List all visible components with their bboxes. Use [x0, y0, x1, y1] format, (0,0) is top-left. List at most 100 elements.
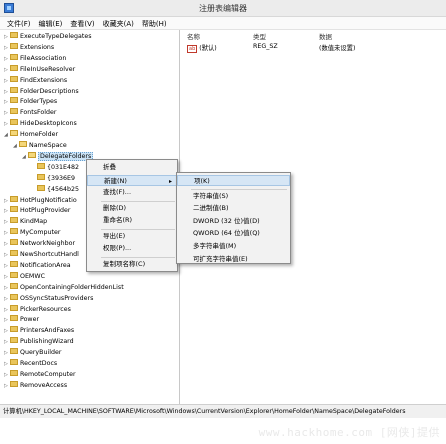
tree-item[interactable]: ▷ RemoveAccess [4, 380, 67, 391]
folder-icon [19, 141, 27, 147]
value-row[interactable]: ab (默认) REG_SZ (数值未设置) [181, 43, 446, 53]
tree-item[interactable]: ▷ FontsFolder [4, 108, 56, 118]
menu-separator [191, 188, 287, 190]
folder-icon [10, 119, 18, 126]
menu-item-3[interactable]: 收藏夹(A) [99, 17, 138, 29]
folder-icon [28, 151, 36, 158]
context-menu-item-label: 权限(P)... [103, 244, 132, 252]
tree-item[interactable]: ▷ FileInUseResolver [4, 64, 75, 75]
folder-icon [10, 108, 18, 115]
folder-icon [10, 260, 18, 267]
folder-icon [10, 271, 18, 278]
submenu-item[interactable]: 多字符串值(M) [177, 241, 290, 252]
tree-item[interactable]: ▷{3936E9 [31, 173, 75, 184]
tree-item[interactable]: ▷ Extensions [4, 42, 54, 53]
watermark-area: www.hackhome.com [网侠]提供 [0, 418, 446, 444]
tree-item[interactable]: ▷ MyComputer [4, 228, 60, 238]
value-name-cell: ab (默认) [187, 45, 217, 53]
context-menu-item[interactable]: 权限(P)... [87, 243, 177, 254]
tree-item-label: RemoteComputer [20, 370, 76, 378]
tree-item-label: KindMap [20, 218, 48, 226]
menu-item-2[interactable]: 查看(V) [66, 17, 98, 29]
context-menu-item[interactable]: 折叠 [87, 162, 177, 173]
submenu-item[interactable]: 字符串值(S) [177, 191, 290, 202]
menu-item-0[interactable]: 文件(F) [3, 17, 35, 29]
folder-icon [10, 337, 18, 344]
tree-item-label: {4564b25 [47, 185, 80, 193]
tree-item[interactable]: ▷ PublishingWizard [4, 337, 74, 347]
tree-item[interactable]: ▷ NetworkNeighbor [4, 239, 75, 249]
submenu-item[interactable]: 二进制值(B) [177, 203, 290, 214]
folder-icon [10, 42, 18, 49]
tree-item[interactable]: ▷ PickerResources [4, 304, 71, 315]
tree-item-label: PrintersAndFaxes [20, 327, 75, 335]
tree-item[interactable]: ▷ ExecuteTypeDelegates [4, 32, 91, 42]
tree-item[interactable]: ▷ FolderDescriptions [4, 86, 79, 97]
tree-item[interactable]: ▷ QueryBuilder [4, 348, 61, 358]
tree-item[interactable]: ▷{031E482 [31, 162, 80, 173]
tree-item[interactable]: ▷ RemoteComputer [4, 369, 76, 380]
folder-icon [10, 86, 18, 93]
tree-item[interactable]: ▷ NotificationArea [4, 260, 71, 271]
tree-item[interactable]: ▷ OEMWC [4, 271, 45, 282]
folder-icon [10, 369, 18, 376]
menu-item-4[interactable]: 帮助(H) [138, 17, 171, 29]
folder-icon [37, 184, 45, 191]
tree-item[interactable]: ▷ KindMap [4, 217, 47, 227]
folder-icon [10, 53, 18, 60]
folder-icon [10, 75, 18, 82]
folder-icon [10, 359, 18, 365]
tree-item[interactable]: ▷ OSSyncStatusProviders [4, 293, 93, 304]
context-menu-item[interactable]: 重命名(R) [87, 215, 177, 226]
tree-item[interactable]: ▷ HotPlugProvider [4, 206, 71, 216]
window-title: 注册表编辑器 [199, 4, 247, 13]
submenu-item[interactable]: 项(K) [177, 175, 290, 186]
folder-icon [10, 195, 18, 202]
tree-item[interactable]: ▷ OpenContainingFolderHiddenList [4, 282, 124, 293]
context-menu-item[interactable]: 查找(F)... [87, 187, 177, 198]
context-menu-item-label: 折叠 [103, 163, 116, 171]
column-header-name[interactable]: 名称 [187, 31, 200, 41]
tree-item[interactable]: ▷ HideDesktopIcons [4, 119, 77, 129]
tree-item[interactable]: ▷ HotPlugNotificatio [4, 195, 77, 206]
tree-item-label: NetworkNeighbor [20, 240, 76, 248]
tree-item-label: {031E482 [47, 163, 80, 171]
menu-item-1[interactable]: 编辑(E) [35, 17, 67, 29]
context-menu-item[interactable]: 导出(E) [87, 231, 177, 242]
tree-item-label: FindExtensions [20, 76, 68, 84]
context-menu-item-label: 导出(E) [103, 231, 126, 240]
tree-item-label: HotPlugProvider [20, 207, 71, 215]
submenu-item[interactable]: DWORD (32 位)值(D) [177, 216, 290, 227]
tree-item[interactable]: ◢ NameSpace [13, 141, 67, 151]
tree-item[interactable]: ◢ DelegateFolders [22, 151, 94, 162]
tree-item-label: HideDesktopIcons [20, 120, 77, 128]
tree-item[interactable]: ▷ FileAssociation [4, 53, 66, 64]
tree-item[interactable]: ▷ Power [4, 315, 39, 325]
column-header-data[interactable]: 数据 [319, 31, 332, 41]
menu-separator [101, 200, 175, 202]
submenu-item[interactable]: QWORD (64 位)值(Q) [177, 228, 290, 239]
folder-icon [10, 282, 18, 289]
tree-item[interactable]: ▷{4564b25 [31, 184, 80, 195]
tree-item[interactable]: ◢ HomeFolder [4, 130, 58, 140]
folder-icon [10, 130, 18, 137]
tree-item-label: HotPlugNotificatio [20, 196, 77, 204]
context-menu-item-label: 删除(D) [103, 203, 127, 212]
tree-item[interactable]: ▷ FolderTypes [4, 97, 57, 107]
tree-item[interactable]: ▷ NewShortcutHandl [4, 250, 79, 260]
context-menu-item[interactable]: 新建(N) ▸ [87, 174, 177, 186]
menu-separator [101, 228, 175, 230]
folder-icon [10, 228, 18, 235]
folder-icon [10, 217, 18, 224]
context-menu-item-label: 复制项名称(C) [103, 259, 146, 268]
tree-item-label: RecentDocs [20, 360, 58, 367]
submenu-item[interactable]: 可扩充字符串值(E) [177, 254, 290, 265]
tree-item[interactable]: ▷ FindExtensions [4, 75, 68, 86]
context-menu-item[interactable]: 删除(D) [87, 203, 177, 214]
column-header-type[interactable]: 类型 [253, 31, 266, 41]
tree-item-label: PublishingWizard [20, 338, 74, 346]
tree-item[interactable]: ▷ PrintersAndFaxes [4, 326, 74, 336]
context-menu-item[interactable]: 复制项名称(C) [87, 259, 177, 270]
tree-item[interactable]: ▷ RecentDocs [4, 359, 57, 369]
menu-bar: 文件(F) 编辑(E) 查看(V) 收藏夹(A) 帮助(H) [0, 17, 446, 30]
